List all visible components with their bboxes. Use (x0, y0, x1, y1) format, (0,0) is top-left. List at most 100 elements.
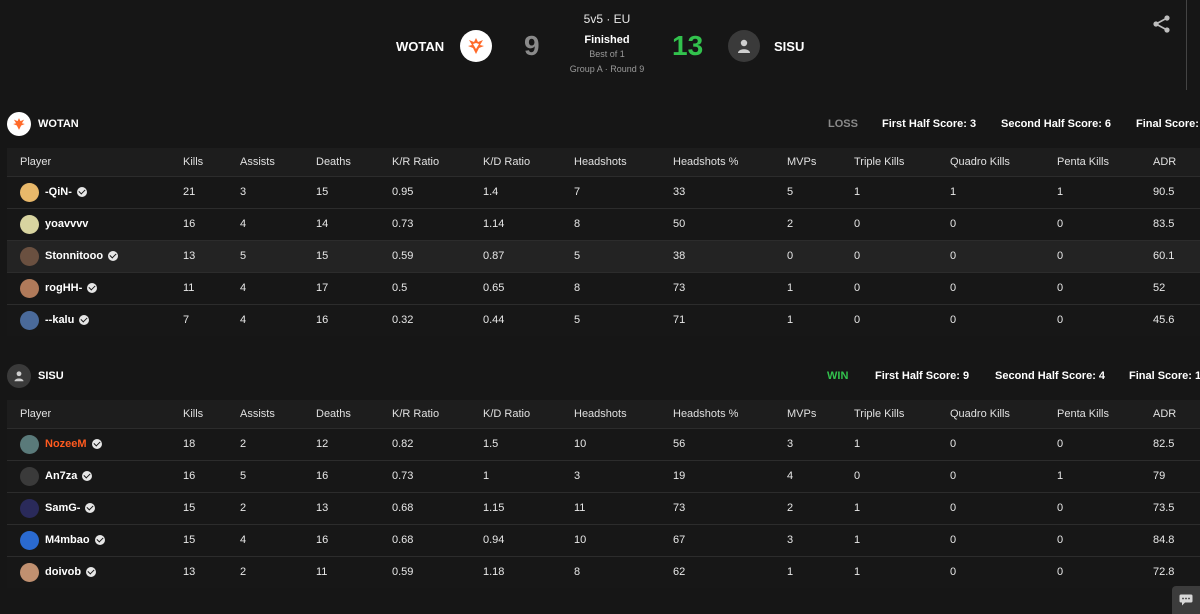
column-header[interactable]: Player (7, 148, 183, 176)
result-badge: WIN (827, 370, 849, 382)
player-avatar[interactable] (20, 214, 39, 234)
player-info[interactable]: -QiN- (20, 182, 183, 202)
stat-hs: 8 (574, 271, 673, 304)
player-info[interactable]: An7za (20, 466, 183, 486)
player-avatar[interactable] (20, 530, 39, 550)
column-header[interactable]: Deaths (316, 400, 392, 428)
player-info[interactable]: NozeeM (20, 434, 183, 454)
player-avatar[interactable] (20, 310, 39, 330)
stat-adr: 73.5 (1153, 491, 1200, 524)
round-info: Group A · Round 9 (569, 64, 645, 74)
player-row[interactable]: yoavvvv 16 4 14 0.73 1.14 8 50 2 0 0 0 83.5 (7, 207, 1200, 240)
player-name[interactable]: M4mbao (45, 534, 90, 546)
player-row[interactable]: doivob 13 2 11 0.59 1.18 8 62 1 1 0 0 72.8 (7, 555, 1200, 588)
first-half-score: First Half Score: 3 (882, 118, 977, 130)
player-name[interactable]: An7za (45, 470, 77, 482)
match-status: Finished (584, 34, 630, 46)
column-header[interactable]: Headshots (574, 400, 673, 428)
column-header[interactable]: Assists (240, 400, 316, 428)
team-left-header[interactable]: WOTAN (396, 30, 493, 62)
column-header[interactable]: Assists (240, 148, 316, 176)
team-right-header[interactable]: SISU (728, 30, 804, 62)
divider (1186, 0, 1187, 90)
stat-quadro: 0 (950, 555, 1057, 588)
player-name[interactable]: -QiN- (45, 186, 72, 198)
chat-icon[interactable] (1172, 586, 1200, 614)
column-header[interactable]: Quadro Kills (950, 148, 1057, 176)
column-header[interactable]: Penta Kills (1057, 400, 1153, 428)
player-name[interactable]: --kalu (45, 314, 74, 326)
stat-penta: 0 (1057, 207, 1153, 240)
column-header[interactable]: MVPs (787, 148, 854, 176)
player-name[interactable]: yoavvvv (45, 218, 88, 230)
column-header[interactable]: MVPs (787, 400, 854, 428)
player-cell: doivob (7, 555, 183, 588)
verified-icon (79, 315, 90, 326)
player-info[interactable]: SamG- (20, 498, 183, 518)
stat-deaths: 16 (316, 459, 392, 492)
column-header[interactable]: Triple Kills (854, 148, 950, 176)
column-header[interactable]: K/R Ratio (392, 148, 483, 176)
column-header[interactable]: ADR (1153, 400, 1200, 428)
player-info[interactable]: --kalu (20, 310, 183, 330)
player-row[interactable]: SamG- 15 2 13 0.68 1.15 11 73 2 1 0 0 73.5 (7, 491, 1200, 524)
player-info[interactable]: doivob (20, 562, 183, 582)
player-row[interactable]: --kalu 7 4 16 0.32 0.44 5 71 1 0 0 0 45.6 (7, 303, 1200, 336)
verified-icon (108, 251, 119, 261)
player-row[interactable]: Stonnitooo 13 5 15 0.59 0.87 5 38 0 0 0 0 60.1 (7, 239, 1200, 272)
column-header[interactable]: K/R Ratio (392, 400, 483, 428)
player-avatar[interactable] (20, 434, 39, 454)
column-header[interactable]: Triple Kills (854, 400, 950, 428)
verified-icon (82, 471, 93, 481)
player-name[interactable]: rogHH- (45, 282, 82, 294)
player-info[interactable]: yoavvvv (20, 214, 183, 234)
column-header[interactable]: Kills (183, 148, 240, 176)
column-header[interactable]: Player (7, 400, 183, 428)
column-header[interactable]: Deaths (316, 148, 392, 176)
column-header[interactable]: Kills (183, 400, 240, 428)
stat-kd: 1.4 (483, 175, 574, 208)
player-name[interactable]: NozeeM (45, 438, 87, 450)
player-row[interactable]: M4mbao 15 4 16 0.68 0.94 10 67 3 1 0 0 84.8 (7, 523, 1200, 556)
stat-assists: 3 (240, 175, 316, 208)
stat-deaths: 16 (316, 523, 392, 556)
player-info[interactable]: rogHH- (20, 278, 183, 298)
stat-triple: 1 (854, 523, 950, 556)
stat-kd: 0.94 (483, 523, 574, 556)
stat-adr: 90.5 (1153, 175, 1200, 208)
player-avatar[interactable] (20, 466, 39, 486)
player-row[interactable]: NozeeM 18 2 12 0.82 1.5 10 56 3 1 0 0 82.5 (7, 427, 1200, 460)
stat-penta: 0 (1057, 427, 1153, 460)
column-header[interactable]: ADR (1153, 148, 1200, 176)
stat-triple: 0 (854, 207, 950, 240)
player-info[interactable]: Stonnitooo (20, 246, 183, 266)
column-header[interactable]: Headshots % (673, 400, 787, 428)
column-header[interactable]: Quadro Kills (950, 400, 1057, 428)
player-row[interactable]: -QiN- 21 3 15 0.95 1.4 7 33 5 1 1 1 90.5 (7, 175, 1200, 208)
column-header[interactable]: K/D Ratio (483, 400, 574, 428)
stat-mvps: 0 (787, 239, 854, 272)
player-row[interactable]: rogHH- 11 4 17 0.5 0.65 8 73 1 0 0 0 52 (7, 271, 1200, 304)
column-header[interactable]: Penta Kills (1057, 148, 1153, 176)
player-avatar[interactable] (20, 498, 39, 518)
share-icon[interactable] (1152, 14, 1172, 34)
column-header[interactable]: Headshots % (673, 148, 787, 176)
verified-icon (94, 535, 105, 545)
column-header[interactable]: Headshots (574, 148, 673, 176)
player-row[interactable]: An7za 16 5 16 0.73 1 3 19 4 0 0 1 79 (7, 459, 1200, 492)
player-avatar[interactable] (20, 278, 39, 298)
player-avatar[interactable] (20, 182, 39, 202)
player-name[interactable]: doivob (45, 566, 81, 578)
stat-hs: 8 (574, 555, 673, 588)
column-header[interactable]: K/D Ratio (483, 148, 574, 176)
team-bar: WOTAN LOSS First Half Score: 3 Second Ha… (0, 108, 1200, 140)
team-section-sisu: SISU WIN First Half Score: 9 Second Half… (0, 360, 1200, 592)
player-name[interactable]: SamG- (45, 502, 80, 514)
player-info[interactable]: M4mbao (20, 530, 183, 550)
player-name[interactable]: Stonnitooo (45, 250, 103, 262)
stat-quadro: 1 (950, 175, 1057, 208)
player-avatar[interactable] (20, 246, 39, 266)
player-avatar[interactable] (20, 562, 39, 582)
default-team-avatar-icon (7, 364, 31, 388)
stat-hs: 3 (574, 459, 673, 492)
